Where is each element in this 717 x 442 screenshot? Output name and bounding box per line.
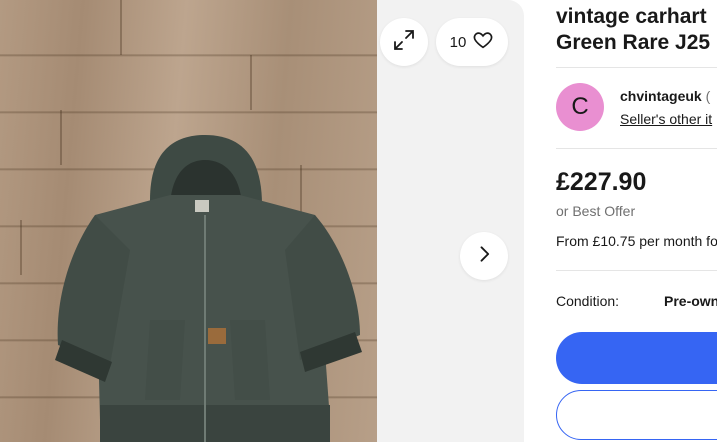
watch-count: 10 <box>449 33 467 51</box>
seller-name-row: chvintageuk ( <box>620 88 710 104</box>
listing-title-line2: Green Rare J25 <box>556 31 711 54</box>
seller-other-items-link[interactable]: Seller's other it <box>620 111 712 127</box>
chevron-right-icon <box>474 244 494 269</box>
next-image-button[interactable] <box>460 232 508 280</box>
item-price: £227.90 <box>556 168 647 196</box>
product-photo[interactable] <box>0 0 377 442</box>
listing-title-line1: vintage carhart <box>556 5 707 28</box>
buy-it-now-button[interactable] <box>556 332 717 384</box>
heart-icon <box>472 29 494 56</box>
watch-button[interactable]: 10 <box>436 18 508 66</box>
condition-label: Condition: <box>556 293 620 309</box>
best-offer-text: or Best Offer <box>556 203 636 219</box>
divider <box>556 148 717 149</box>
seller-avatar[interactable]: C <box>556 83 604 131</box>
listing-info-panel: vintage carhart Green Rare J25 C chvinta… <box>556 0 717 442</box>
monthly-payment-text: From £10.75 per month fo <box>556 233 717 249</box>
expand-icon <box>392 28 416 57</box>
expand-button[interactable] <box>380 18 428 66</box>
seller-feedback-open: ( <box>705 88 711 104</box>
divider <box>556 67 717 68</box>
condition-value: Pre-own <box>664 293 717 309</box>
image-gallery: 10 <box>0 0 524 442</box>
divider <box>556 270 717 271</box>
add-to-basket-button[interactable] <box>556 390 717 440</box>
seller-name[interactable]: chvintageuk <box>620 88 702 104</box>
listing-title: vintage carhart Green Rare J25 <box>556 4 717 56</box>
jacket-image <box>55 135 362 442</box>
